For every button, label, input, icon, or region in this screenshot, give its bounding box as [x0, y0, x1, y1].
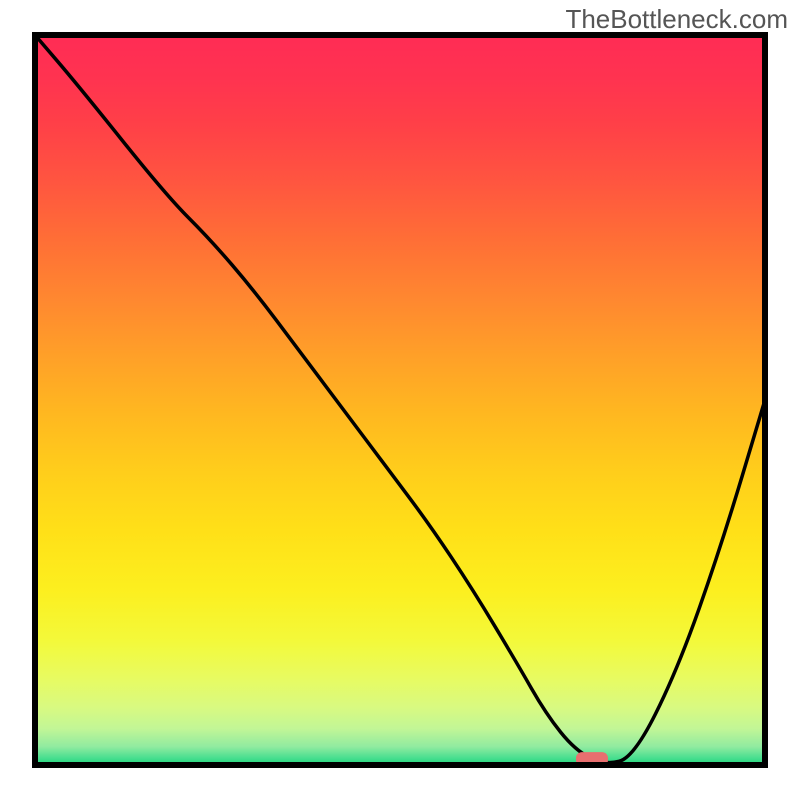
watermark-text: TheBottleneck.com	[565, 4, 788, 35]
plot-background	[35, 35, 765, 765]
chart-container: { "watermark": "TheBottleneck.com", "cha…	[0, 0, 800, 800]
bottleneck-chart	[0, 0, 800, 800]
